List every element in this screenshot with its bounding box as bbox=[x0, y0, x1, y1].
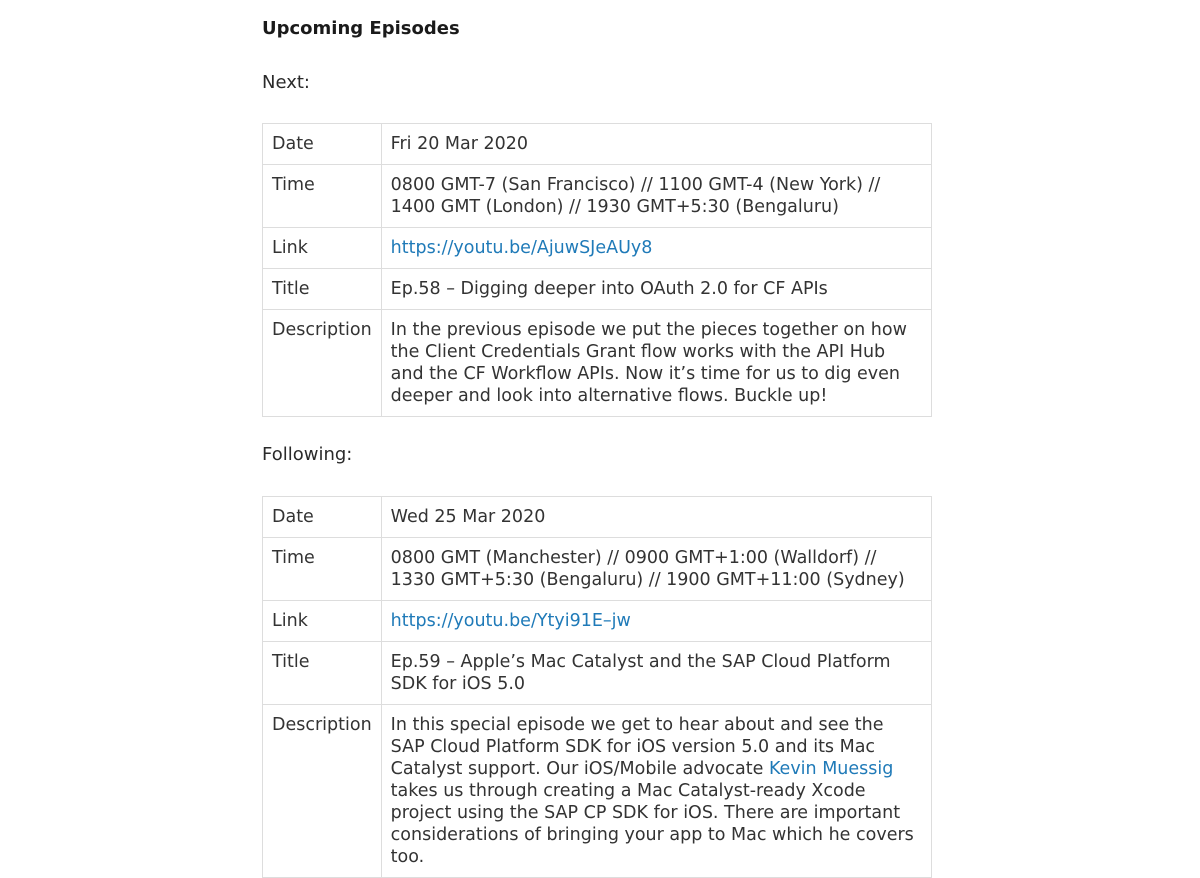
table-row: Description In this special episode we g… bbox=[262, 704, 933, 878]
following-episode-table: Date Wed 25 Mar 2020 Time 0800 GMT (Manc… bbox=[262, 496, 933, 878]
section-heading: Upcoming Episodes bbox=[262, 18, 460, 39]
description-value: In this special episode we get to hear a… bbox=[380, 704, 933, 878]
date-value: Fri 20 Mar 2020 bbox=[380, 123, 933, 165]
title-key: Title bbox=[262, 268, 382, 310]
date-key: Date bbox=[262, 123, 382, 165]
speaker-link[interactable]: Kevin Muessig bbox=[769, 759, 893, 779]
next-episode-table: Date Fri 20 Mar 2020 Time 0800 GMT-7 (Sa… bbox=[262, 123, 933, 417]
description-key: Description bbox=[262, 309, 382, 417]
table-row: Description In the previous episode we p… bbox=[262, 309, 933, 417]
episode-link[interactable]: https://youtu.be/AjuwSJeAUy8 bbox=[391, 238, 653, 258]
time-value: 0800 GMT-7 (San Francisco) // 1100 GMT-4… bbox=[380, 164, 933, 228]
table-row: Time 0800 GMT (Manchester) // 0900 GMT+1… bbox=[262, 537, 933, 601]
table-row: Title Ep.58 – Digging deeper into OAuth … bbox=[262, 268, 933, 310]
title-value: Ep.58 – Digging deeper into OAuth 2.0 fo… bbox=[380, 268, 933, 310]
date-key: Date bbox=[262, 496, 382, 538]
description-key: Description bbox=[262, 704, 382, 878]
following-label: Following: bbox=[262, 444, 353, 465]
next-label: Next: bbox=[262, 72, 310, 93]
date-value: Wed 25 Mar 2020 bbox=[380, 496, 933, 538]
table-row: Time 0800 GMT-7 (San Francisco) // 1100 … bbox=[262, 164, 933, 228]
description-value: In the previous episode we put the piece… bbox=[380, 309, 933, 417]
description-text: takes us through creating a Mac Catalyst… bbox=[390, 781, 914, 867]
title-key: Title bbox=[262, 641, 382, 705]
link-key: Link bbox=[262, 227, 382, 269]
link-cell: https://youtu.be/AjuwSJeAUy8 bbox=[380, 227, 933, 269]
link-key: Link bbox=[262, 600, 382, 642]
table-row: Link https://youtu.be/Ytyi91E–jw bbox=[262, 600, 933, 642]
table-row: Date Fri 20 Mar 2020 bbox=[262, 123, 933, 165]
time-key: Time bbox=[262, 537, 382, 601]
time-key: Time bbox=[262, 164, 382, 228]
time-value: 0800 GMT (Manchester) // 0900 GMT+1:00 (… bbox=[380, 537, 933, 601]
table-row: Link https://youtu.be/AjuwSJeAUy8 bbox=[262, 227, 933, 269]
title-value: Ep.59 – Apple’s Mac Catalyst and the SAP… bbox=[380, 641, 933, 705]
table-row: Date Wed 25 Mar 2020 bbox=[262, 496, 933, 538]
table-row: Title Ep.59 – Apple’s Mac Catalyst and t… bbox=[262, 641, 933, 705]
link-cell: https://youtu.be/Ytyi91E–jw bbox=[380, 600, 933, 642]
episode-link[interactable]: https://youtu.be/Ytyi91E–jw bbox=[391, 611, 631, 631]
